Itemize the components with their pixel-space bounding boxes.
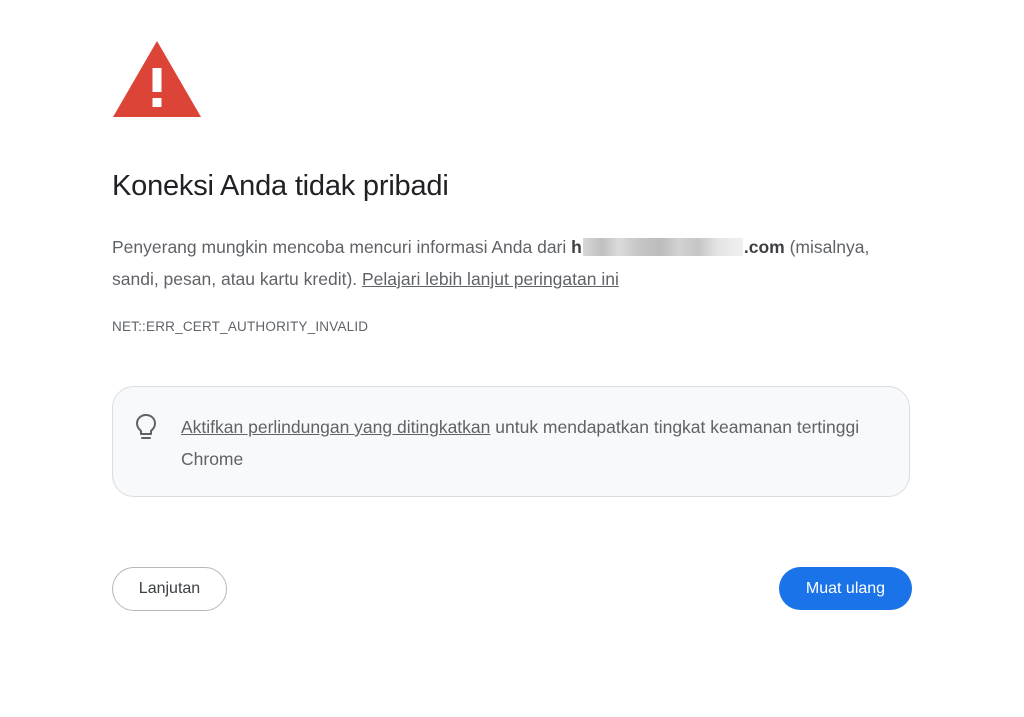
enhanced-protection-text: Aktifkan perlindungan yang ditingkatkan … <box>181 411 871 475</box>
error-code: NET::ERR_CERT_AUTHORITY_INVALID <box>112 319 369 334</box>
enhanced-protection-box: Aktifkan perlindungan yang ditingkatkan … <box>112 386 910 497</box>
warning-triangle-icon <box>113 41 201 117</box>
advanced-button[interactable]: Lanjutan <box>112 567 227 611</box>
enable-enhanced-protection-link[interactable]: Aktifkan perlindungan yang ditingkatkan <box>181 417 490 437</box>
page-title: Koneksi Anda tidak pribadi <box>112 170 449 202</box>
reload-button[interactable]: Muat ulang <box>779 567 912 610</box>
message-text: Penyerang mungkin mencoba mencuri inform… <box>112 237 572 257</box>
site-domain: h .com <box>571 237 785 257</box>
redacted-domain <box>582 238 743 256</box>
warning-message: Penyerang mungkin mencoba mencuri inform… <box>112 231 912 295</box>
interstitial-page: Koneksi Anda tidak pribadi Penyerang mun… <box>0 0 1024 717</box>
learn-more-link[interactable]: Pelajari lebih lanjut peringatan ini <box>362 269 619 289</box>
lightbulb-icon <box>136 414 156 439</box>
